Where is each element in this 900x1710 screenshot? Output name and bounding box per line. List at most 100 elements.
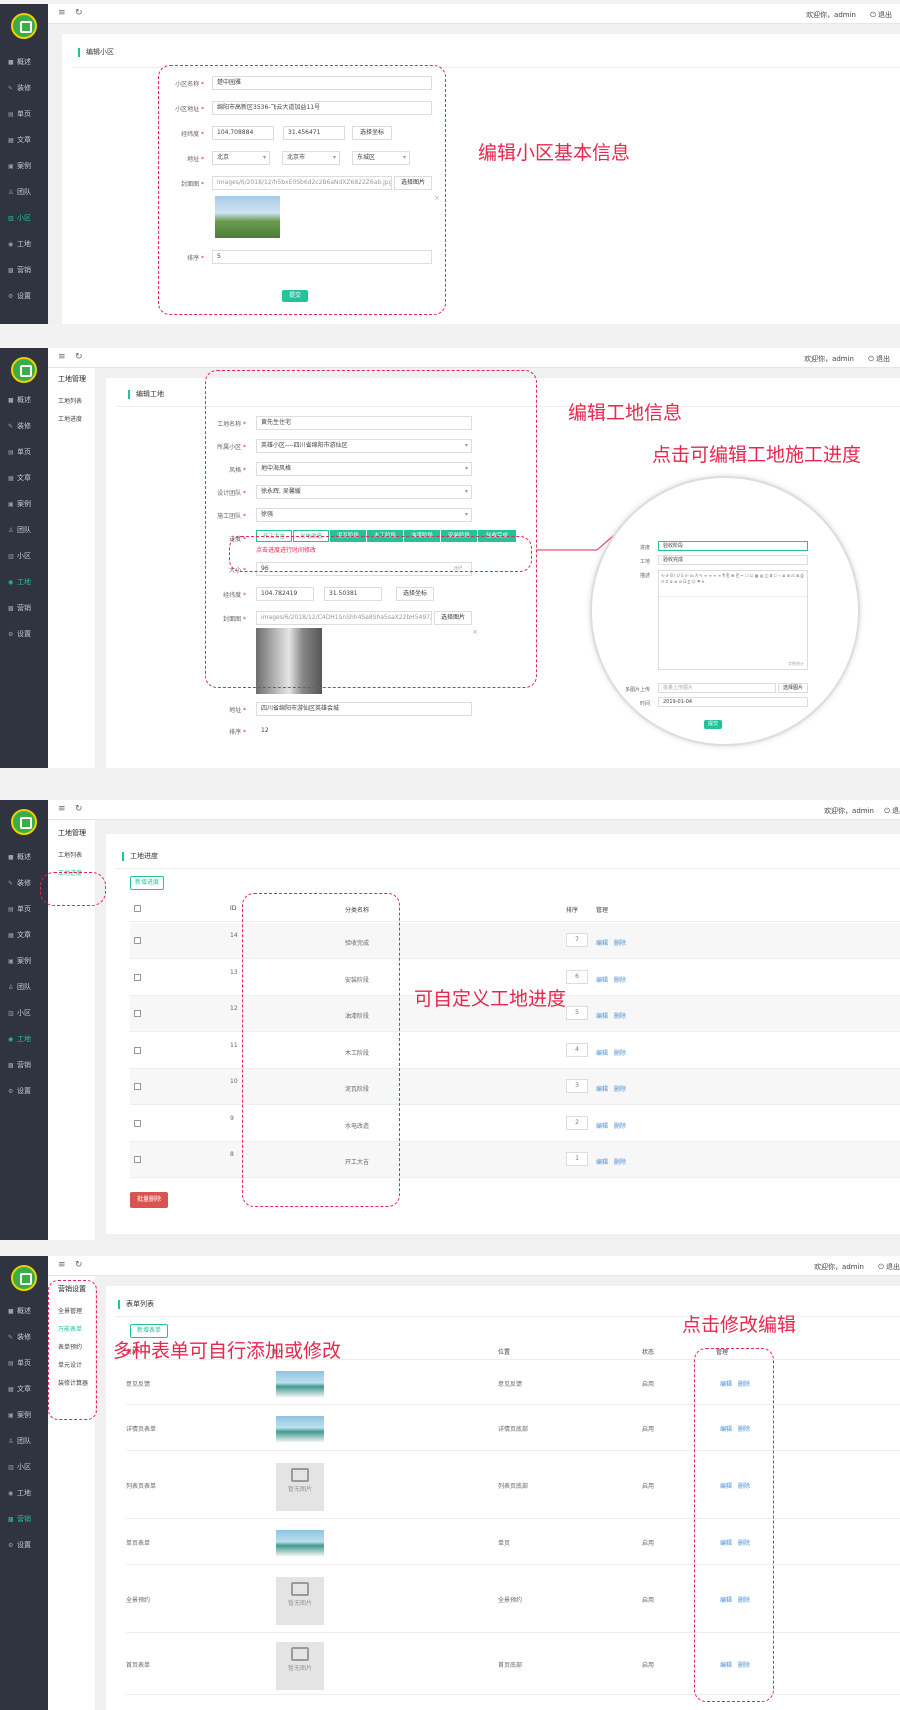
- delete-link[interactable]: 删除: [614, 1084, 626, 1093]
- edit-link[interactable]: 编辑: [596, 1121, 608, 1130]
- zoom-image-input[interactable]: 批量上传图片: [658, 683, 776, 693]
- select-all-checkbox[interactable]: [134, 905, 141, 912]
- row-status: 启用: [642, 1426, 655, 1433]
- zoom-rich-editor[interactable]: ⟲ ⟳ B I U S x² x₂ A ✎ ≡ ≡ ≡ ≡ ¶ ⎘ ⌘ ⎗ ✂ …: [658, 570, 808, 670]
- row-checkbox[interactable]: [134, 1119, 141, 1127]
- panel-site-progress: ■ 概述 ✎ 装修 ▤ 单页 ▦ 文章 ▣ 案例 ♙ 团队 ▥ 小区 ◉ 工地 ▩ 营销 ⚙ 设置 …: [0, 800, 900, 1240]
- row-status: 启用: [642, 1381, 655, 1388]
- sidebar-item-cases[interactable]: ▣ 案例: [0, 157, 48, 175]
- sidebar-item-decoration[interactable]: ✎ 装修: [0, 79, 48, 97]
- row-sort-input[interactable]: 4: [566, 1042, 588, 1057]
- menu-icon[interactable]: ≡: [58, 8, 66, 18]
- edit-link[interactable]: 编辑: [596, 975, 608, 984]
- sidebar-item-sites[interactable]: ◉ 工地: [0, 1030, 48, 1048]
- sidebar-item-settings[interactable]: ⚙ 设置: [0, 287, 48, 305]
- sidebar-item-sites[interactable]: ◉ 工地: [0, 235, 48, 253]
- row-checkbox[interactable]: [134, 1046, 141, 1054]
- row-sort-input[interactable]: 6: [566, 969, 588, 984]
- sidebar-item-pages[interactable]: ▤ 单页: [0, 105, 48, 123]
- sidebar-item-community[interactable]: ▥ 小区: [0, 1458, 48, 1476]
- logout-link[interactable]: ⏻ 退出: [884, 806, 900, 816]
- row-sort-input[interactable]: 5: [566, 1006, 588, 1020]
- edit-link[interactable]: 编辑: [596, 1011, 608, 1020]
- sidebar: ■ 概述 ✎ 装修 ▤ 单页 ▦ 文章 ▣ 案例 ♙ 团队 ▥ 小区 ◉ 工地 ▩ 营销 ⚙ 设置: [0, 800, 48, 1240]
- zoom-select-image-button[interactable]: 选择图片: [778, 683, 808, 693]
- delete-link[interactable]: 删除: [614, 975, 626, 984]
- sidebar-item-overview[interactable]: ■ 概述: [0, 53, 48, 71]
- add-progress-button[interactable]: 新增进度: [130, 876, 164, 890]
- refresh-icon[interactable]: ↻: [75, 1260, 83, 1270]
- sidebar-item-overview[interactable]: ■ 概述: [0, 1302, 48, 1320]
- row-checkbox[interactable]: [134, 973, 141, 981]
- image-placeholder-icon: [291, 1582, 309, 1596]
- zoom-submit-button[interactable]: 提交: [704, 720, 722, 729]
- table-row: 详情页表单 详情页底部 启用 编辑 删除: [126, 1405, 900, 1451]
- site-icon: ◉: [8, 241, 14, 248]
- sidebar-item-pages[interactable]: ▤ 单页: [0, 1354, 48, 1372]
- sidebar-item-overview[interactable]: ■ 概述: [0, 848, 48, 866]
- sidebar-item-settings[interactable]: ⚙ 设置: [0, 1082, 48, 1100]
- annotation-edit-site: 编辑工地信息: [568, 402, 683, 424]
- subnav-site-list[interactable]: 工地列表: [58, 850, 82, 859]
- sidebar-item-articles[interactable]: ▦ 文章: [0, 926, 48, 944]
- marketing-icon: ▩: [8, 1062, 14, 1069]
- sidebar-item-articles[interactable]: ▦ 文章: [0, 131, 48, 149]
- row-checkbox[interactable]: [134, 1083, 141, 1090]
- page-title: 编辑小区: [78, 48, 114, 57]
- home-icon: ■: [8, 854, 14, 861]
- settings-icon: ⚙: [8, 1542, 14, 1549]
- zoom-worksite-input[interactable]: 验收完成: [658, 555, 808, 565]
- table-row: 列表页表单 暂无图片 列表页底部 启用 编辑 删除: [126, 1451, 900, 1519]
- menu-icon[interactable]: ≡: [58, 804, 66, 814]
- edit-link[interactable]: 编辑: [596, 1084, 608, 1093]
- row-sort-input[interactable]: 1: [566, 1152, 588, 1166]
- edit-link[interactable]: 编辑: [596, 1048, 608, 1057]
- row-checkbox[interactable]: [134, 937, 141, 944]
- row-checkbox[interactable]: [134, 1010, 141, 1017]
- delete-link[interactable]: 删除: [614, 938, 626, 947]
- edit-link[interactable]: 编辑: [596, 938, 608, 947]
- edit-link[interactable]: 编辑: [596, 1157, 608, 1166]
- delete-link[interactable]: 删除: [614, 1048, 626, 1057]
- logout-link[interactable]: ⏻ 退出: [878, 1262, 900, 1272]
- sidebar-item-team[interactable]: ♙ 团队: [0, 1432, 48, 1450]
- sidebar-item-community[interactable]: ▥ 小区: [0, 1004, 48, 1022]
- delete-link[interactable]: 删除: [614, 1157, 626, 1166]
- sidebar-item-decoration[interactable]: ✎ 装修: [0, 1328, 48, 1346]
- sidebar-item-marketing[interactable]: ▩ 营销: [0, 261, 48, 279]
- sidebar-item-marketing[interactable]: ▩ 营销: [0, 1510, 48, 1528]
- sidebar-item-cases[interactable]: ▣ 案例: [0, 952, 48, 970]
- page-icon: ▤: [8, 111, 14, 118]
- delete-link[interactable]: 删除: [614, 1011, 626, 1020]
- sidebar-item-pages[interactable]: ▤ 单页: [0, 900, 48, 918]
- row-id: 10: [230, 1078, 238, 1085]
- sidebar-item-settings[interactable]: ⚙ 设置: [0, 1536, 48, 1554]
- row-sort-input[interactable]: 2: [566, 1115, 588, 1130]
- page-title: 工地进度: [122, 852, 158, 861]
- sidebar-item-team[interactable]: ♙ 团队: [0, 978, 48, 996]
- zoom-stage-label: 进度: [639, 545, 650, 551]
- home-icon: ■: [8, 59, 14, 66]
- refresh-icon[interactable]: ↻: [75, 8, 83, 18]
- refresh-icon[interactable]: ↻: [75, 804, 83, 814]
- delete-link[interactable]: 删除: [614, 1121, 626, 1130]
- col-manage: 管理: [596, 907, 609, 914]
- zoom-time-input[interactable]: 2019-01-04: [658, 697, 808, 707]
- col-position: 位置: [498, 1349, 511, 1356]
- annotation-custom-progress: 可自定义工地进度: [414, 988, 567, 1010]
- editor-toolbar[interactable]: ⟲ ⟳ B I U S x² x₂ A ✎ ≡ ≡ ≡ ≡ ¶ ⎘ ⌘ ⎗ ✂ …: [659, 571, 807, 597]
- sidebar-item-community[interactable]: ▥ 小区: [0, 209, 48, 227]
- batch-delete-button[interactable]: 批量删除: [130, 1192, 168, 1208]
- sidebar-item-cases[interactable]: ▣ 案例: [0, 1406, 48, 1424]
- sidebar-item-team[interactable]: ♙ 团队: [0, 183, 48, 201]
- row-sort-input[interactable]: 7: [566, 933, 588, 947]
- sidebar-item-marketing[interactable]: ▩ 营销: [0, 1056, 48, 1074]
- sidebar-item-articles[interactable]: ▦ 文章: [0, 1380, 48, 1398]
- sidebar-item-sites[interactable]: ◉ 工地: [0, 1484, 48, 1502]
- row-checkbox[interactable]: [134, 1156, 141, 1163]
- row-sort-input[interactable]: 3: [566, 1079, 588, 1093]
- zoom-desc-label: 描述: [639, 573, 650, 579]
- zoom-stage-input[interactable]: 验收阶段: [658, 541, 808, 551]
- logout-link[interactable]: ⏻ 退出: [870, 10, 892, 20]
- menu-icon[interactable]: ≡: [58, 1260, 66, 1270]
